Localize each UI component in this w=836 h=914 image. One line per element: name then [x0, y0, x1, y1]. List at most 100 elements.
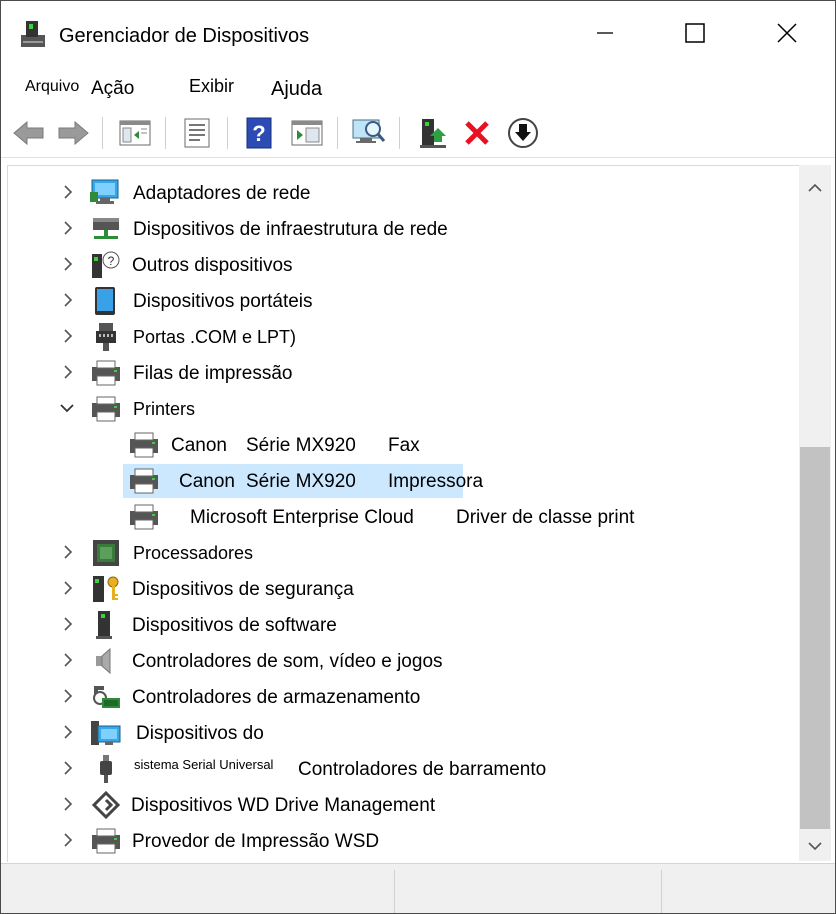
tree-item-print-queues[interactable]: Filas de impressão	[8, 356, 800, 390]
vertical-scrollbar[interactable]	[799, 165, 831, 861]
help-icon: ?	[246, 117, 272, 149]
scan-hardware-button[interactable]	[351, 115, 387, 151]
menu-help[interactable]: Ajuda	[271, 78, 322, 101]
tree-item-processors[interactable]: Processadores	[8, 536, 800, 570]
tree-item-network-adapters[interactable]: Adaptadores de rede	[8, 176, 800, 210]
printer-item-canon-printer[interactable]: Canon Série MX920 Impressora	[8, 464, 800, 498]
printer-item-microsoft-cloud[interactable]: Microsoft Enterprise Cloud Driver de cla…	[8, 500, 800, 534]
menu-bar: Arquivo Ação Exibir Ajuda	[1, 69, 835, 109]
security-key-icon	[93, 576, 119, 602]
minimize-button[interactable]	[559, 1, 651, 65]
chevron-right-icon	[64, 833, 73, 847]
speaker-icon	[96, 647, 111, 675]
printer-icon	[130, 468, 158, 494]
chevron-right-icon	[64, 725, 73, 739]
tree-item-label: Controladores de som, vídeo e jogos	[132, 651, 443, 672]
tree-item-usb-controllers[interactable]: sistema Serial Universal Controladores d…	[8, 752, 800, 786]
tree-item-sound-controllers[interactable]: Controladores de som, vídeo e jogos	[8, 644, 800, 678]
uninstall-device-button[interactable]	[459, 115, 495, 151]
svg-text:?: ?	[252, 121, 265, 146]
tree-item-label: Controladores de barramento	[298, 759, 547, 780]
properties-sheet-icon	[184, 118, 210, 148]
tree-item-other-devices[interactable]: ? Outros dispositivos	[8, 248, 800, 282]
printer-icon	[92, 396, 120, 422]
unknown-device-icon: ?	[92, 251, 120, 278]
network-adapter-icon	[90, 179, 119, 204]
back-button[interactable]	[11, 115, 47, 151]
scroll-up-button[interactable]	[799, 171, 831, 205]
toolbar: ?	[1, 109, 835, 158]
status-bar	[1, 863, 835, 913]
storage-controller-icon	[93, 686, 120, 708]
tree-item-label: Dispositivos WD Drive Management	[131, 795, 436, 816]
usb-connector-icon	[100, 755, 112, 783]
chevron-right-icon	[64, 581, 73, 595]
scrollbar-thumb[interactable]	[800, 447, 830, 829]
console-tree-icon	[291, 120, 323, 146]
show-hide-tree-button[interactable]	[117, 115, 153, 151]
tree-item-prefix: sistema Serial Universal	[134, 757, 274, 772]
tree-item-wd-drive-management[interactable]: Dispositivos WD Drive Management	[8, 788, 800, 822]
device-manager-window: Gerenciador de Dispositivos Arquivo Ação…	[0, 0, 836, 914]
tree-item-system-devices[interactable]: Dispositivos do	[8, 716, 800, 750]
tree-item-label: Provedor de Impressão WSD	[132, 831, 380, 852]
wd-drive-icon	[91, 790, 121, 820]
chevron-right-icon	[64, 545, 73, 559]
chevron-up-icon	[808, 183, 822, 192]
menu-file[interactable]: Arquivo	[25, 78, 79, 96]
printer-icon	[130, 432, 158, 458]
tree-item-software-devices[interactable]: Dispositivos de software	[8, 608, 800, 642]
help-button[interactable]: ?	[241, 115, 277, 151]
scroll-down-button[interactable]	[799, 829, 831, 863]
printer-icon	[92, 360, 120, 386]
chevron-right-icon	[64, 797, 73, 811]
tree-item-printers[interactable]: Printers	[8, 392, 800, 426]
enable-device-icon	[508, 118, 538, 148]
forward-button[interactable]	[55, 115, 91, 151]
tree-item-label: Printers	[133, 399, 196, 419]
tree-item-label: Filas de impressão	[133, 363, 293, 384]
tree-item-network-infrastructure[interactable]: Dispositivos de infraestrutura de rede	[8, 212, 800, 246]
menu-view[interactable]: Exibir	[189, 76, 234, 97]
tree-item-ports[interactable]: Portas .COM e LPT)	[8, 320, 800, 354]
window-title: Gerenciador de Dispositivos	[59, 25, 310, 47]
update-driver-button[interactable]	[415, 115, 451, 151]
device-tree: Adaptadores de rede Dispositivos de infr…	[7, 165, 800, 862]
tree-item-wsd-print-provider[interactable]: Provedor de Impressão WSD	[8, 824, 800, 858]
menu-action[interactable]: Ação	[91, 78, 134, 100]
chevron-right-icon	[64, 689, 73, 703]
printer-brand-label: Canon	[171, 435, 227, 456]
properties-button[interactable]	[179, 115, 215, 151]
tree-item-label: Dispositivos portáteis	[133, 291, 313, 312]
tree-item-security-devices[interactable]: Dispositivos de segurança	[8, 572, 800, 606]
chevron-right-icon	[64, 653, 73, 667]
tree-item-label: Dispositivos de infraestrutura de rede	[133, 219, 448, 240]
maximize-button[interactable]	[649, 1, 741, 65]
printer-icon	[130, 504, 158, 530]
printer-item-canon-fax[interactable]: Canon Série MX920 Fax	[8, 428, 800, 462]
tree-item-storage-controllers[interactable]: Controladores de armazenamento	[8, 680, 800, 714]
svg-text:?: ?	[108, 254, 115, 268]
printer-type-label: Fax	[388, 435, 420, 456]
tree-item-label: Portas .COM e LPT)	[133, 327, 297, 347]
device-manager-icon	[19, 17, 47, 49]
tree-item-portable-devices[interactable]: Dispositivos portáteis	[8, 284, 800, 318]
chevron-right-icon	[64, 221, 73, 235]
scan-hardware-icon	[352, 119, 386, 143]
printer-brand-label: Microsoft Enterprise Cloud	[190, 507, 414, 528]
uninstall-device-icon	[465, 121, 489, 145]
printer-model-label: Driver de classe print	[456, 507, 635, 528]
printer-icon	[92, 828, 120, 854]
close-button[interactable]	[741, 1, 833, 65]
chevron-right-icon	[64, 329, 73, 343]
back-arrow-icon	[13, 120, 44, 146]
network-infrastructure-icon	[93, 218, 119, 239]
enable-device-button[interactable]	[505, 115, 541, 151]
printer-brand-label: Canon	[179, 471, 235, 492]
tree-item-label: Outros dispositivos	[132, 255, 293, 276]
tree-item-label: Dispositivos de software	[132, 615, 337, 636]
printer-model-label: Série MX920	[246, 471, 356, 492]
chevron-down-icon	[60, 404, 74, 413]
title-bar: Gerenciador de Dispositivos	[1, 1, 835, 69]
console-tree-button[interactable]	[289, 115, 325, 151]
